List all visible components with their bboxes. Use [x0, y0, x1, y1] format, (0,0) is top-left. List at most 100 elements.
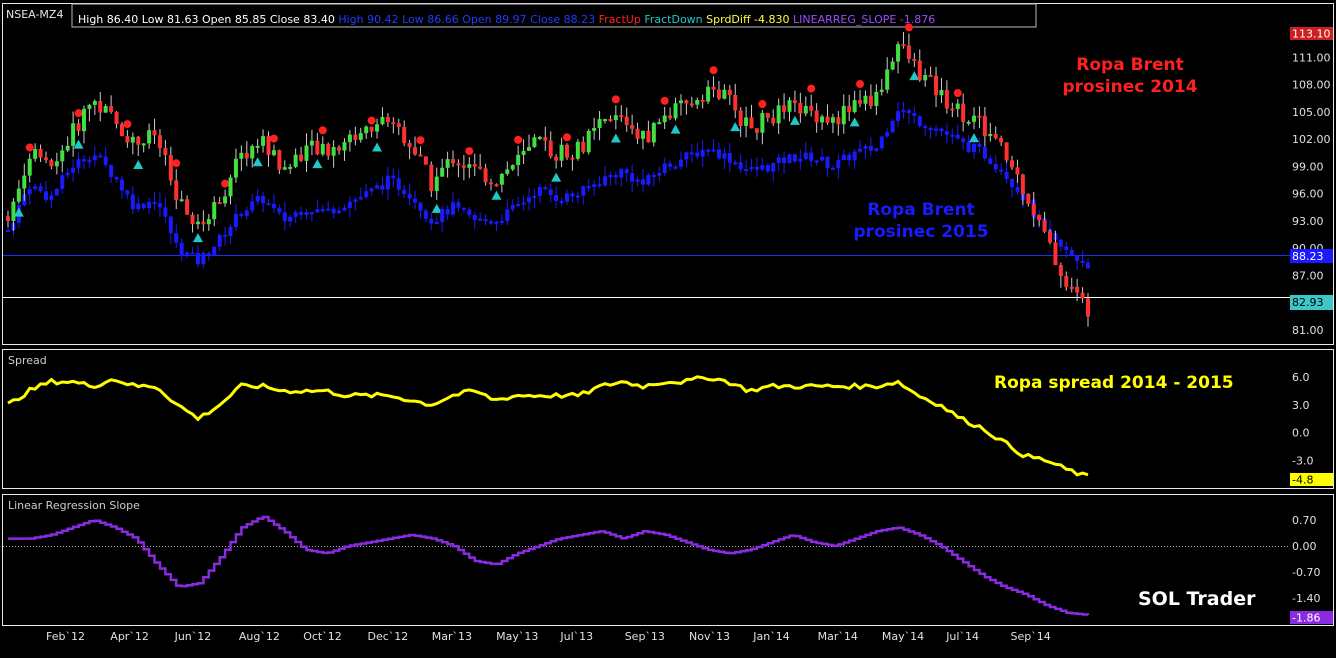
candle	[917, 60, 922, 81]
candle	[738, 110, 743, 126]
candle	[320, 143, 325, 155]
candle	[1069, 286, 1074, 289]
blue-bar	[1064, 246, 1069, 250]
fract-up-marker	[660, 96, 669, 105]
annotation-brent-2014-line2: prosinec 2014	[1062, 77, 1197, 97]
candle	[353, 134, 358, 140]
blue-bar	[353, 199, 358, 202]
candle	[972, 115, 977, 122]
candle	[798, 103, 803, 114]
fract-up-marker	[758, 100, 767, 109]
candle	[342, 142, 347, 151]
blue-bar	[152, 201, 157, 204]
blue-bar	[554, 195, 559, 202]
blue-bar	[358, 197, 363, 200]
blue-bar	[478, 218, 483, 221]
candle	[326, 143, 331, 156]
legend-item: SprdDiff	[703, 13, 751, 26]
blue-bar	[787, 154, 792, 164]
blue-bar	[613, 175, 618, 178]
candle	[999, 138, 1004, 143]
blue-bar	[684, 152, 689, 160]
blue-bar	[185, 252, 190, 256]
candle	[782, 105, 787, 112]
blue-bar	[896, 111, 901, 121]
blue-bar	[814, 160, 819, 163]
blue-bar	[190, 252, 195, 255]
candle	[423, 156, 428, 165]
candle	[640, 130, 645, 139]
blue-bar	[754, 167, 759, 170]
legend-item: 86.66	[424, 13, 459, 26]
annotation-spread: Ropa spread 2014 - 2015	[994, 373, 1234, 393]
blue-bar	[689, 152, 694, 155]
legend-item: -1.876	[896, 13, 935, 26]
candle	[375, 124, 380, 132]
fract-up-marker	[856, 80, 865, 89]
blue-bar	[668, 163, 673, 167]
legend-item: FractUp	[595, 13, 641, 26]
blue-bar	[581, 186, 586, 196]
candle	[912, 59, 917, 62]
candle	[174, 180, 179, 200]
candle	[157, 135, 162, 149]
legend-item: Low	[138, 13, 163, 26]
candle	[977, 115, 982, 118]
blue-bar	[125, 190, 130, 195]
price-tick: 87.00	[1292, 269, 1324, 282]
candle	[440, 167, 445, 177]
candle	[315, 140, 320, 155]
fract-up-marker	[709, 66, 718, 75]
blue-bar	[917, 115, 922, 127]
blue-bar	[456, 202, 461, 208]
symbol-label: NSEA-MZ4	[6, 8, 63, 21]
blue-bar	[364, 191, 369, 198]
candle	[87, 104, 92, 109]
candle	[413, 147, 418, 155]
blue-bar	[429, 218, 434, 224]
candle	[337, 146, 342, 151]
candle	[65, 145, 70, 151]
candle	[179, 199, 184, 202]
blue-bar	[233, 213, 238, 227]
candle	[966, 121, 971, 124]
blue-bar	[706, 149, 711, 152]
blue-bar	[87, 160, 92, 163]
blue-bar	[548, 189, 553, 196]
candle	[206, 219, 211, 225]
candle	[505, 169, 510, 174]
x-tick-label: Jul`14	[945, 630, 979, 643]
candle	[836, 117, 841, 125]
blue-bar	[1080, 260, 1085, 263]
blue-bar	[651, 174, 656, 177]
annotation-brent-2015-line1: Ropa Brent	[867, 200, 974, 220]
candle	[955, 103, 960, 109]
candle	[168, 155, 173, 181]
blue-bar	[673, 166, 678, 169]
candle	[185, 199, 190, 215]
candle	[982, 115, 987, 137]
slope-last-value: -1.86	[1292, 612, 1320, 625]
blue-bar	[559, 201, 564, 204]
candle	[1086, 298, 1090, 317]
blue-bar	[119, 179, 124, 191]
spread-tick: 0.0	[1292, 427, 1310, 440]
blue-bar	[157, 203, 162, 208]
slope-tick: -0.70	[1292, 566, 1320, 579]
fract-up-marker	[172, 159, 181, 168]
candle	[494, 184, 499, 187]
candle	[988, 133, 993, 137]
blue-bar	[375, 185, 380, 189]
x-tick-label: Sep`14	[1011, 630, 1051, 643]
candle	[1031, 203, 1036, 215]
blue-bar	[858, 148, 863, 152]
candle	[749, 117, 754, 129]
blue-bar	[337, 210, 342, 214]
candle	[928, 75, 933, 78]
blue-bar	[950, 134, 955, 137]
price-tick: 105.00	[1292, 106, 1331, 119]
candle	[250, 146, 255, 159]
blue-bar	[81, 159, 86, 162]
candle	[27, 158, 32, 176]
blue-bar	[271, 203, 276, 209]
